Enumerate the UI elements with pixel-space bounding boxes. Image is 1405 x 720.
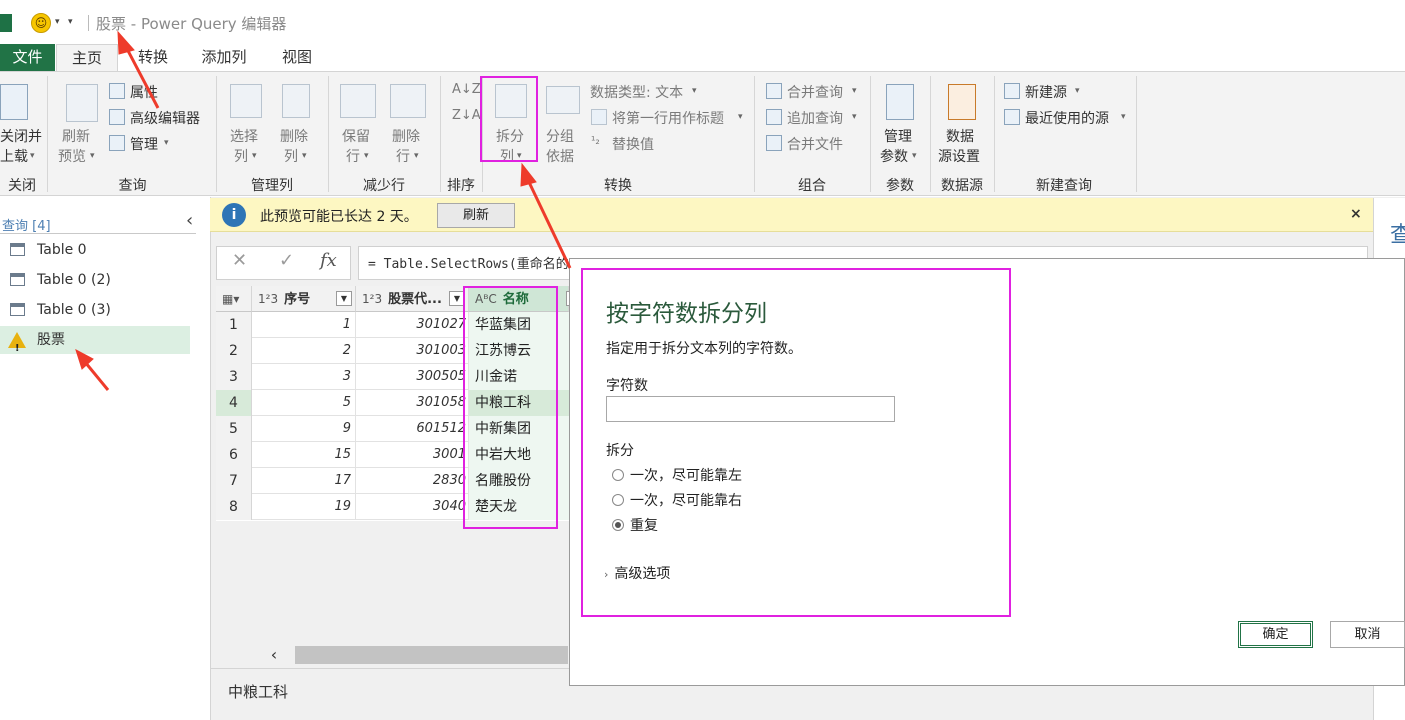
- arrow-head-split: [520, 162, 537, 187]
- annotation-arrows: [75, 30, 572, 391]
- arrow-to-title: [123, 44, 160, 109]
- arrow-head-query: [75, 348, 94, 370]
- arrow-to-query: [83, 361, 110, 391]
- arrow-head-title: [117, 30, 135, 55]
- arrow-to-split: [526, 179, 572, 269]
